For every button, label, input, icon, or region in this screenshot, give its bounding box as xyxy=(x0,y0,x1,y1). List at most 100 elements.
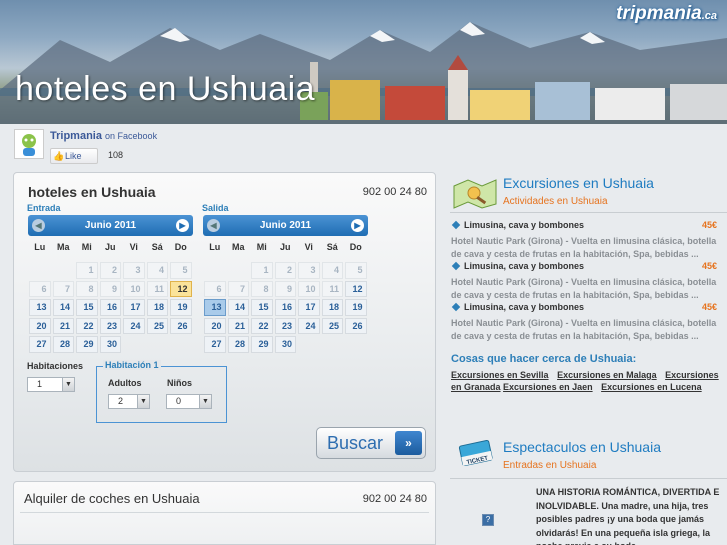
bullet-icon xyxy=(451,261,461,271)
calendar-day[interactable]: 25 xyxy=(321,317,343,334)
calendar-month: Junio 2011 xyxy=(84,220,137,231)
calendar-day: 9 xyxy=(274,280,296,297)
calendar-day[interactable]: 23 xyxy=(274,317,296,334)
calendar-day: 6 xyxy=(29,280,51,297)
excursiones-subtitle[interactable]: Actividades en Ushuaia xyxy=(503,196,608,207)
calendar-day: 3 xyxy=(123,262,145,279)
calendar-day[interactable]: 21 xyxy=(227,317,249,334)
calendar-day: 1 xyxy=(251,262,273,279)
calendar-empty-cell xyxy=(204,262,226,279)
facebook-like-button[interactable]: Like xyxy=(50,148,98,164)
car-rental-phone: 902 00 24 80 xyxy=(362,493,427,505)
calendar-day[interactable]: 18 xyxy=(146,299,168,316)
calendar-day[interactable]: 29 xyxy=(251,336,273,353)
excursion-price: 45€ xyxy=(701,220,717,230)
salida-label: Salida xyxy=(202,203,229,213)
calendar-day[interactable]: 22 xyxy=(76,317,98,334)
page-title: hoteles en Ushuaia xyxy=(15,70,316,108)
excursion-description: Hotel Nautic Park (Girona) - Vuelta en l… xyxy=(451,318,717,341)
calendar-header: ◀ Junio 2011 ▶ xyxy=(203,215,368,236)
next-month-icon[interactable]: ▶ xyxy=(351,219,364,232)
prev-month-icon[interactable]: ◀ xyxy=(32,219,45,232)
calendar-day[interactable]: 19 xyxy=(170,299,192,316)
calendar-day: 4 xyxy=(321,262,343,279)
calendar-day[interactable]: 13 xyxy=(29,299,51,316)
calendar-day: 10 xyxy=(298,280,320,297)
calendar-day[interactable]: 14 xyxy=(227,299,249,316)
ninos-select[interactable]: 0 ▼ xyxy=(166,394,212,409)
ninos-label: Niños xyxy=(167,378,193,388)
calendar-day[interactable]: 21 xyxy=(52,317,74,334)
calendar-day[interactable]: 15 xyxy=(76,299,98,316)
salida-day-grid: 1 2 3 4 5 6 7 8 9 10 11 12 13 14 15 16 17 18 19 20 21 22 23 24 2… xyxy=(203,261,368,354)
calendar-day[interactable]: 23 xyxy=(99,317,121,334)
next-month-icon[interactable]: ▶ xyxy=(176,219,189,232)
excursion-price: 45€ xyxy=(701,302,717,312)
show-description[interactable]: UNA HISTORIA ROMÁNTICA, DIVERTIDA E INOL… xyxy=(536,486,721,545)
espectaculos-title[interactable]: Espectaculos en Ushuaia xyxy=(503,439,661,455)
buscar-button[interactable]: Buscar » xyxy=(316,427,426,459)
excursion-item[interactable]: Limusina, cava y bombones 45€ Hotel Naut… xyxy=(451,261,723,302)
calendar-day[interactable]: 26 xyxy=(345,317,367,334)
calendar-day[interactable]: 24 xyxy=(298,317,320,334)
calendar-day[interactable]: 24 xyxy=(123,317,145,334)
panel-title: hoteles en Ushuaia xyxy=(28,184,156,200)
calendar-day[interactable]: 30 xyxy=(99,336,121,353)
header-banner: hoteles en Ushuaia tripmania.ca xyxy=(0,0,727,124)
facebook-page-link[interactable]: Tripmania on Facebook xyxy=(50,130,157,142)
calendar-day[interactable]: 13 xyxy=(204,299,226,316)
calendar-day[interactable]: 22 xyxy=(251,317,273,334)
calendar-day[interactable]: 12 xyxy=(170,280,192,297)
calendar-day[interactable]: 16 xyxy=(274,299,296,316)
calendar-day[interactable]: 29 xyxy=(76,336,98,353)
adultos-select[interactable]: 2 ▼ xyxy=(108,394,150,409)
excursion-item[interactable]: Limusina, cava y bombones 45€ Hotel Naut… xyxy=(451,220,723,261)
excursion-name: Limusina, cava y bombones xyxy=(464,261,585,271)
divider xyxy=(450,212,727,213)
calendar-header: ◀ Junio 2011 ▶ xyxy=(28,215,193,236)
ninos-value: 0 xyxy=(176,396,182,406)
cosas-link[interactable]: Excursiones en Sevilla xyxy=(451,370,549,380)
habitacion-1-group: Habitación 1 Adultos Niños 2 ▼ 0 ▼ xyxy=(96,360,227,423)
buscar-label: Buscar xyxy=(327,433,384,453)
calendar-day[interactable]: 28 xyxy=(52,336,74,353)
calendar-day[interactable]: 16 xyxy=(99,299,121,316)
cosas-link[interactable]: Excursiones en Jaen xyxy=(503,382,593,392)
double-arrow-icon: » xyxy=(395,431,422,455)
calendar-day[interactable]: 17 xyxy=(298,299,320,316)
calendar-day: 5 xyxy=(170,262,192,279)
calendar-day: 8 xyxy=(251,280,273,297)
calendar-day[interactable]: 30 xyxy=(274,336,296,353)
tripmania-logo[interactable]: tripmania.ca xyxy=(616,3,717,25)
calendar-day[interactable]: 28 xyxy=(227,336,249,353)
excursiones-title[interactable]: Excursiones en Ushuaia xyxy=(503,175,654,191)
calendar-day[interactable]: 15 xyxy=(251,299,273,316)
salida-calendar: ◀ Junio 2011 ▶ Lu Ma Mi Ju Vi Sá Do 1234567891… xyxy=(203,215,368,354)
calendar-day[interactable]: 20 xyxy=(29,317,51,334)
show-image-placeholder[interactable]: ? xyxy=(482,514,494,526)
prev-month-icon[interactable]: ◀ xyxy=(207,219,220,232)
calendar-day[interactable]: 18 xyxy=(321,299,343,316)
calendar-day[interactable]: 12 xyxy=(345,280,367,297)
cosas-link[interactable]: Excursiones en Lucena xyxy=(601,382,702,392)
tripmania-avatar[interactable] xyxy=(14,129,44,159)
calendar-day[interactable]: 14 xyxy=(52,299,74,316)
espectaculos-subtitle[interactable]: Entradas en Ushuaia xyxy=(503,460,596,471)
calendar-day: 4 xyxy=(146,262,168,279)
calendar-day[interactable]: 26 xyxy=(170,317,192,334)
calendar-day[interactable]: 27 xyxy=(204,336,226,353)
calendar-day[interactable]: 20 xyxy=(204,317,226,334)
calendar-day[interactable]: 19 xyxy=(345,299,367,316)
entrada-label: Entrada xyxy=(27,203,61,213)
habitaciones-select[interactable]: 1 ▼ xyxy=(27,377,75,392)
calendar-day[interactable]: 17 xyxy=(123,299,145,316)
weekday-label: Ju xyxy=(279,242,291,252)
excursion-name: Limusina, cava y bombones xyxy=(464,302,585,312)
calendar-day[interactable]: 27 xyxy=(29,336,51,353)
weekday-row: Lu Ma Mi Ju Vi Sá Do xyxy=(203,242,368,256)
habitaciones-label: Habitaciones xyxy=(27,361,84,371)
weekday-label: Vi xyxy=(129,242,138,252)
excursion-item[interactable]: Limusina, cava y bombones 45€ Hotel Naut… xyxy=(451,302,723,343)
cosas-link[interactable]: Excursiones en Malaga xyxy=(557,370,657,380)
calendar-day[interactable]: 25 xyxy=(146,317,168,334)
